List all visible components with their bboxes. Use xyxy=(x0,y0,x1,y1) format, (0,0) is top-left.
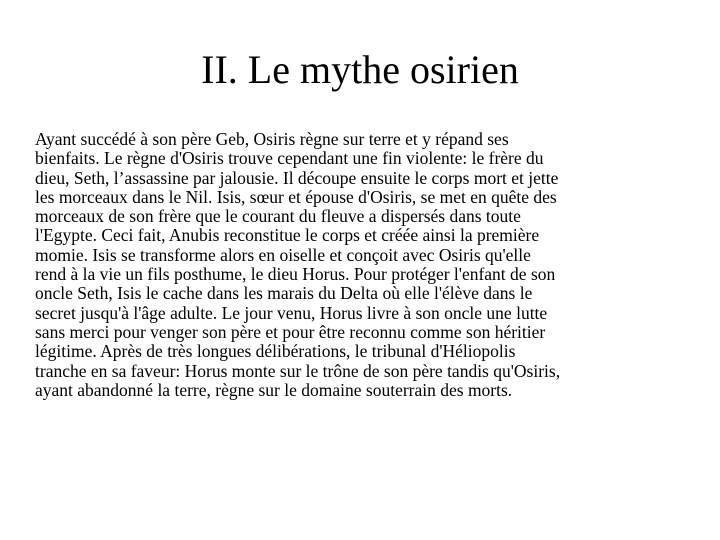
body-line: momie. Isis se transforme alors en oisel… xyxy=(35,244,531,265)
body-line: oncle Seth, Isis le cache dans les marai… xyxy=(35,283,533,304)
body-line: sans merci pour venger son père et pour … xyxy=(35,321,546,342)
body-line: légitime. Après de très longues délibéra… xyxy=(35,341,516,362)
body-line: morceaux de son frère que le courant du … xyxy=(35,206,521,227)
body-line: tranche en sa faveur: Horus monte sur le… xyxy=(35,360,561,381)
body-line: les morceaux dans le Nil. Isis, sœur et … xyxy=(35,186,557,207)
slide-body-text: Ayant succédé à son père Geb, Osiris règ… xyxy=(35,129,655,400)
body-line: Ayant succédé à son père Geb, Osiris règ… xyxy=(35,129,509,149)
body-line: bienfaits. Le règne d'Osiris trouve cepe… xyxy=(35,148,544,169)
slide-title: II. Le mythe osirien xyxy=(201,47,519,92)
body-line: rend à la vie un fils posthume, le dieu … xyxy=(35,264,556,285)
body-line: l'Egypte. Ceci fait, Anubis reconstitue … xyxy=(35,225,540,246)
slide: II. Le mythe osirien Ayant succédé à son… xyxy=(0,0,720,540)
body-line: secret jusqu'à l'âge adulte. Le jour ven… xyxy=(35,302,548,323)
body-line: dieu, Seth, l’assassine par jalousie. Il… xyxy=(35,167,559,188)
body-line: ayant abandonné la terre, règne sur le d… xyxy=(35,379,513,400)
